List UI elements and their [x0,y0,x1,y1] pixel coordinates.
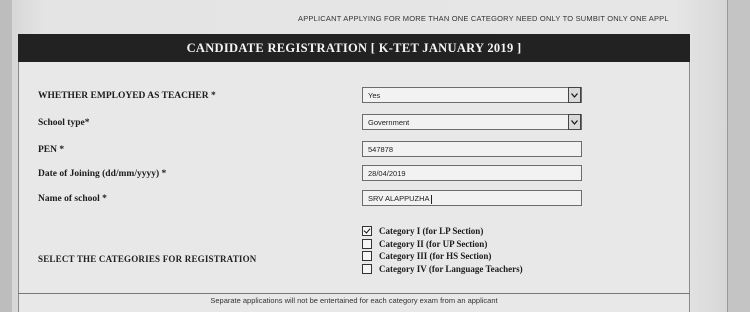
category-label: Category IV (for Language Teachers) [379,263,523,274]
checkbox-category-3[interactable] [362,251,372,262]
employed-select[interactable]: Yes [362,87,582,103]
pen-label: PEN * [38,145,65,155]
checkbox-category-4[interactable] [362,263,372,274]
left-edge [0,0,12,312]
school-type-label: School type* [38,118,90,128]
categories-label: SELECT THE CATEGORIES FOR REGISTRATION [38,254,257,264]
text-cursor [430,194,432,204]
school-type-value: Government [368,118,410,127]
form-title: CANDIDATE REGISTRATION [ K-TET JANUARY 2… [18,34,690,62]
page: APPLICANT APPLYING FOR MORE THAN ONE CAT… [0,0,750,312]
category-label: Category III (for HS Section) [379,251,492,262]
school-name-label: Name of school * [38,194,107,204]
category-item[interactable]: Category I (for LP Section) [362,225,523,238]
doj-value: 28/04/2019 [368,169,406,178]
employed-label: WHETHER EMPLOYED AS TEACHER * [38,91,216,101]
checkbox-category-1[interactable] [362,226,372,237]
notice-text: APPLICANT APPLYING FOR MORE THAN ONE CAT… [298,14,669,23]
footer-divider [18,293,690,294]
category-label: Category II (for UP Section) [379,238,488,249]
category-item[interactable]: Category IV (for Language Teachers) [362,263,523,276]
school-name-value: SRV ALAPPUZHA [368,194,430,203]
school-name-input[interactable]: SRV ALAPPUZHA [362,190,582,206]
pen-value: 547878 [368,145,394,154]
pen-input[interactable]: 547878 [362,141,582,157]
employed-value: Yes [368,91,381,100]
checkbox-category-2[interactable] [362,238,372,249]
category-item[interactable]: Category II (for UP Section) [362,238,523,251]
chevron-down-icon[interactable] [568,114,581,130]
doj-input[interactable]: 28/04/2019 [362,165,582,181]
right-edge [727,0,750,312]
school-type-select[interactable]: Government [362,114,582,130]
doj-label: Date of Joining (dd/mm/yyyy) * [38,169,167,179]
category-item[interactable]: Category III (for HS Section) [362,250,523,263]
categories-list: Category I (for LP Section) Category II … [362,225,523,275]
footer-note: Separate applications will not be entert… [210,296,498,305]
chevron-down-icon[interactable] [568,87,581,103]
category-label: Category I (for LP Section) [379,226,484,237]
